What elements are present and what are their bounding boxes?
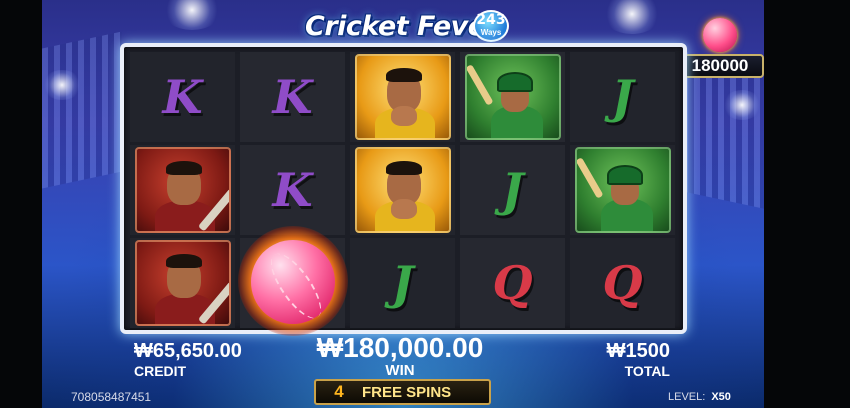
symbol-player-gold xyxy=(354,147,451,233)
reel-cell: K xyxy=(130,52,235,142)
logo-title: Cricket Fever xyxy=(305,10,499,42)
level-label: LEVEL: xyxy=(668,391,706,403)
player-hair xyxy=(165,254,202,268)
level-value: X50 xyxy=(711,391,731,403)
player-hands xyxy=(390,199,417,219)
symbol-k: K xyxy=(272,70,313,124)
symbol-player-red xyxy=(134,240,231,326)
stadium-light xyxy=(722,90,762,120)
ways-number: 243 xyxy=(476,12,506,28)
cricket-ball-icon xyxy=(703,18,737,52)
reel-cell xyxy=(350,52,455,142)
symbol-batsman-green xyxy=(574,147,671,233)
jackpot-value: 180000 xyxy=(676,54,764,78)
reel-cell: J xyxy=(460,145,565,235)
cricket-bat xyxy=(576,157,604,199)
win-label: WIN xyxy=(385,362,415,379)
symbol-j: J xyxy=(391,256,414,310)
flaming-ball-symbol xyxy=(238,226,348,338)
reel-cell xyxy=(238,226,348,336)
reel-cell: Q xyxy=(460,238,565,328)
win-value: ₩180,000.00 xyxy=(316,332,484,363)
credit-value: ₩65,650.00 xyxy=(134,340,242,362)
player-hair xyxy=(165,161,202,175)
symbol-batsman-green xyxy=(464,54,561,140)
player-hair xyxy=(385,161,422,175)
symbol-q: Q xyxy=(492,256,533,310)
right-letterbox xyxy=(764,0,850,408)
left-letterbox xyxy=(0,0,42,408)
ball-seam xyxy=(261,246,331,326)
symbol-j: J xyxy=(611,70,634,124)
ways-label: Ways xyxy=(480,28,502,37)
cricket-bat xyxy=(466,64,494,106)
total-bet-label: TOTAL xyxy=(624,363,670,379)
jackpot-display: 180000 xyxy=(676,18,764,80)
total-bet-value[interactable]: ₩1500 xyxy=(580,340,670,363)
reel-grid: KKJKJJQQ xyxy=(130,52,675,336)
batsman-helmet xyxy=(606,165,643,185)
stadium-stand-left xyxy=(42,31,122,189)
reel-cell: K xyxy=(240,145,345,235)
symbol-player-red xyxy=(134,147,231,233)
reel-cell xyxy=(130,145,235,235)
symbol-k: K xyxy=(162,70,203,124)
reel-cell: K xyxy=(240,52,345,142)
player-hands xyxy=(390,106,417,126)
symbol-player-gold xyxy=(354,54,451,140)
reel-cell xyxy=(460,52,565,142)
stadium-light xyxy=(42,70,82,100)
game-logo: Cricket Fever 243 Ways xyxy=(305,4,515,48)
reel-cell xyxy=(570,145,675,235)
symbol-k: K xyxy=(272,163,313,217)
stadium-light xyxy=(162,0,222,30)
reel-cell xyxy=(130,238,235,328)
level-indicator: LEVEL: X50 xyxy=(668,391,731,403)
cricket-ball-icon xyxy=(251,240,335,326)
reel-frame: KKJKJJQQ xyxy=(120,43,687,336)
symbol-q: Q xyxy=(602,256,643,310)
reel-cell: J xyxy=(570,52,675,142)
ways-badge: 243 Ways xyxy=(473,10,509,42)
reel-cell: Q xyxy=(570,238,675,328)
game-round-id: 708058487451 xyxy=(71,390,152,404)
stadium-light xyxy=(602,0,662,34)
symbol-j: J xyxy=(501,163,524,217)
player-hair xyxy=(385,68,422,82)
batsman-helmet xyxy=(496,72,533,92)
reel-cell: J xyxy=(350,238,455,328)
reel-cell xyxy=(350,145,455,235)
credit-label: CREDIT xyxy=(134,363,187,379)
